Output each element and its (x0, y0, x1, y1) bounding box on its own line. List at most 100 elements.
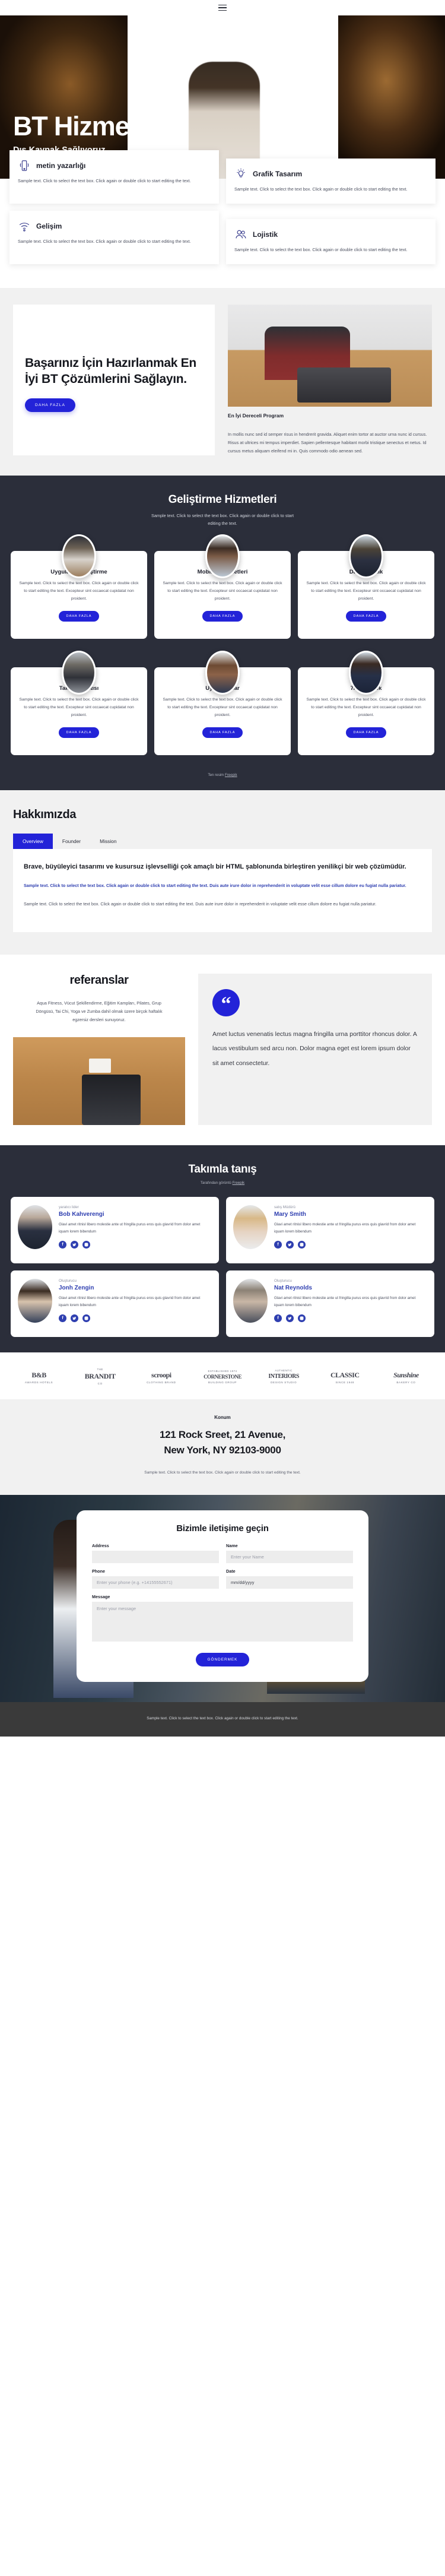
client-logo: B&B AWARDS HOTELS (11, 1370, 67, 1384)
contact-section: Bizimle iletişime geçin Address Name Pho… (0, 1494, 445, 1702)
references-image (13, 1037, 185, 1126)
name-field[interactable] (226, 1550, 353, 1563)
about-tab-panel: Brave, büyüleyici tasarımı ve kusursuz i… (13, 849, 432, 933)
tab-overview[interactable]: Overview (13, 834, 53, 850)
feature-card[interactable]: Lojistik Sample text. Click to select th… (226, 218, 436, 264)
contact-heading: Bizimle iletişime geçin (176, 1523, 269, 1533)
client-logo-sub: SINCE 1948 (335, 1380, 355, 1384)
client-logo-sub: AWARDS HOTELS (24, 1380, 53, 1384)
client-logo-sub: CO (97, 1382, 103, 1386)
location-label: Konum (214, 1415, 231, 1421)
services-heading: Geliştirme Hizmetleri (168, 493, 277, 506)
instagram-icon[interactable] (82, 1314, 90, 1322)
solutions-heading: Başarınız İçin Hazırlanmak En İyi BT Çöz… (25, 356, 196, 386)
credit-link[interactable]: Freepik (225, 773, 237, 777)
credit-prefix: Tarafından görüntü (200, 1181, 231, 1186)
team-member-card[interactable]: satış Müdürü Mary Smith Glavi amet ritni… (226, 1197, 434, 1264)
facebook-icon[interactable]: f (59, 1314, 66, 1322)
twitter-icon[interactable] (71, 1240, 78, 1249)
service-avatar (349, 651, 383, 695)
service-more-button[interactable]: DAHA FAZLA (202, 727, 243, 739)
service-card[interactable]: 7/24 Destek Sample text. Click to select… (298, 651, 434, 756)
client-logo-sub: BUILDING GROUP (208, 1380, 237, 1384)
team-member-bio: Glavi amet ritnisl libero molestie ante … (59, 1296, 201, 1308)
service-more-button[interactable]: DAHA FAZLA (202, 611, 243, 622)
date-label: Date (226, 1568, 236, 1574)
service-more-button[interactable]: DAHA FAZLA (58, 727, 100, 739)
client-logo-name: scroopi (151, 1370, 171, 1379)
service-card[interactable]: Danışmanlık Sample text. Click to select… (298, 534, 434, 639)
credit-prefix: Ten resim (208, 773, 224, 778)
phone-field[interactable] (92, 1576, 219, 1589)
address-field[interactable] (92, 1550, 219, 1563)
team-member-card[interactable]: yaratıcı lider Bob Kahverengi Glavi amet… (11, 1197, 219, 1264)
instagram-icon[interactable] (82, 1240, 90, 1249)
feature-card-title: Gelişim (36, 221, 62, 230)
client-logos-section: B&B AWARDS HOTELS THE BRANDIT CO scroopi… (0, 1352, 445, 1400)
service-more-button[interactable]: DAHA FAZLA (345, 611, 387, 622)
tab-mission[interactable]: Mission (90, 834, 126, 849)
team-member-bio: Glavi amet ritnisl libero molestie ante … (274, 1296, 416, 1308)
instagram-icon[interactable] (298, 1240, 306, 1249)
message-label: Message (92, 1593, 110, 1599)
feature-card[interactable]: Grafik Tasarım Sample text. Click to sel… (226, 159, 436, 204)
feature-card[interactable]: Gelişim Sample text. Click to select the… (9, 210, 219, 264)
service-more-button[interactable]: DAHA FAZLA (345, 727, 387, 739)
client-logo-name: B&B (31, 1370, 46, 1379)
team-member-name: Nat Reynolds (274, 1285, 312, 1292)
team-member-card[interactable]: Oluşturucu Jonh Zengin Glavi amet ritnis… (11, 1270, 219, 1338)
facebook-icon[interactable]: f (59, 1240, 66, 1249)
hero-title: BT Hizmetleri (13, 110, 175, 141)
date-field[interactable] (226, 1576, 353, 1589)
hamburger-menu-icon[interactable] (218, 4, 227, 11)
feature-card-text: Sample text. Click to select the text bo… (18, 178, 191, 183)
avatar (233, 1205, 268, 1250)
service-avatar (349, 534, 383, 579)
facebook-icon[interactable]: f (274, 1240, 282, 1249)
solutions-body-text: In mollis nunc sed id semper risus in he… (228, 431, 427, 454)
service-card[interactable]: Uygulamalar Sample text. Click to select… (154, 651, 291, 756)
client-logo: CLASSIC SINCE 1948 (317, 1370, 373, 1384)
location-address-line1: 121 Rock Sreet, 21 Avenue, (159, 1429, 286, 1441)
service-avatar (62, 534, 96, 579)
tab-founder[interactable]: Founder (53, 834, 90, 849)
facebook-icon[interactable]: f (274, 1314, 282, 1322)
about-section: Hakkımızda Overview Founder Mission Brav… (0, 790, 445, 955)
team-member-card[interactable]: Oluşturucu Nat Reynolds Glavi amet ritni… (226, 1270, 434, 1338)
twitter-icon[interactable] (71, 1314, 78, 1322)
client-logo-name: CORNERSTONE (204, 1373, 241, 1380)
feature-card[interactable]: metin yazarlığı Sample text. Click to se… (9, 150, 219, 204)
footer: Sample text. Click to select the text bo… (0, 1702, 445, 1737)
submit-button[interactable]: GÖNDERMEK (195, 1652, 250, 1666)
instagram-icon[interactable] (298, 1314, 306, 1322)
contact-form: Bizimle iletişime geçin Address Name Pho… (77, 1510, 368, 1682)
team-member-role: Oluşturucu (59, 1279, 77, 1284)
service-card-text: Sample text. Click to select the text bo… (19, 581, 139, 601)
feature-card-text: Sample text. Click to select the text bo… (18, 238, 191, 244)
team-member-name: Jonh Zengin (59, 1285, 94, 1292)
service-card[interactable]: Takım Uzantısı Sample text. Click to sel… (11, 651, 147, 756)
message-field[interactable] (92, 1601, 353, 1642)
services-subheading: Sample text. Click to select the text bo… (151, 513, 294, 527)
feature-card-text: Sample text. Click to select the text bo… (234, 246, 408, 252)
testimonial-quote: Amet luctus venenatis lectus magna fring… (212, 1031, 417, 1067)
service-card-text: Sample text. Click to select the text bo… (163, 581, 282, 601)
credit-link[interactable]: Freepik (233, 1181, 245, 1185)
feature-card-text: Sample text. Click to select the text bo… (234, 186, 408, 192)
twitter-icon[interactable] (286, 1240, 294, 1249)
service-card[interactable]: Mobilite Hizmetleri Sample text. Click t… (154, 534, 291, 639)
client-logo-name: BRANDIT (84, 1372, 116, 1381)
service-card-text: Sample text. Click to select the text bo… (306, 581, 426, 601)
location-section: Konum 121 Rock Sreet, 21 Avenue, New Yor… (0, 1399, 445, 1495)
about-body-text: Sample text. Click to select the text bo… (24, 901, 377, 907)
solutions-more-button[interactable]: DAHA FAZLA (25, 398, 75, 412)
quotation-mark-icon: “ (212, 989, 240, 1017)
twitter-icon[interactable] (286, 1314, 294, 1322)
solutions-text-panel: Başarınız İçin Hazırlanmak En İyi BT Çöz… (13, 304, 215, 456)
team-heading: Takımla tanış (188, 1163, 257, 1176)
team-member-name: Bob Kahverengi (59, 1211, 104, 1218)
avatar (18, 1205, 52, 1250)
service-card[interactable]: Uygulama Geliştirme Sample text. Click t… (11, 534, 147, 639)
service-more-button[interactable]: DAHA FAZLA (58, 611, 100, 622)
avatar (18, 1279, 52, 1323)
